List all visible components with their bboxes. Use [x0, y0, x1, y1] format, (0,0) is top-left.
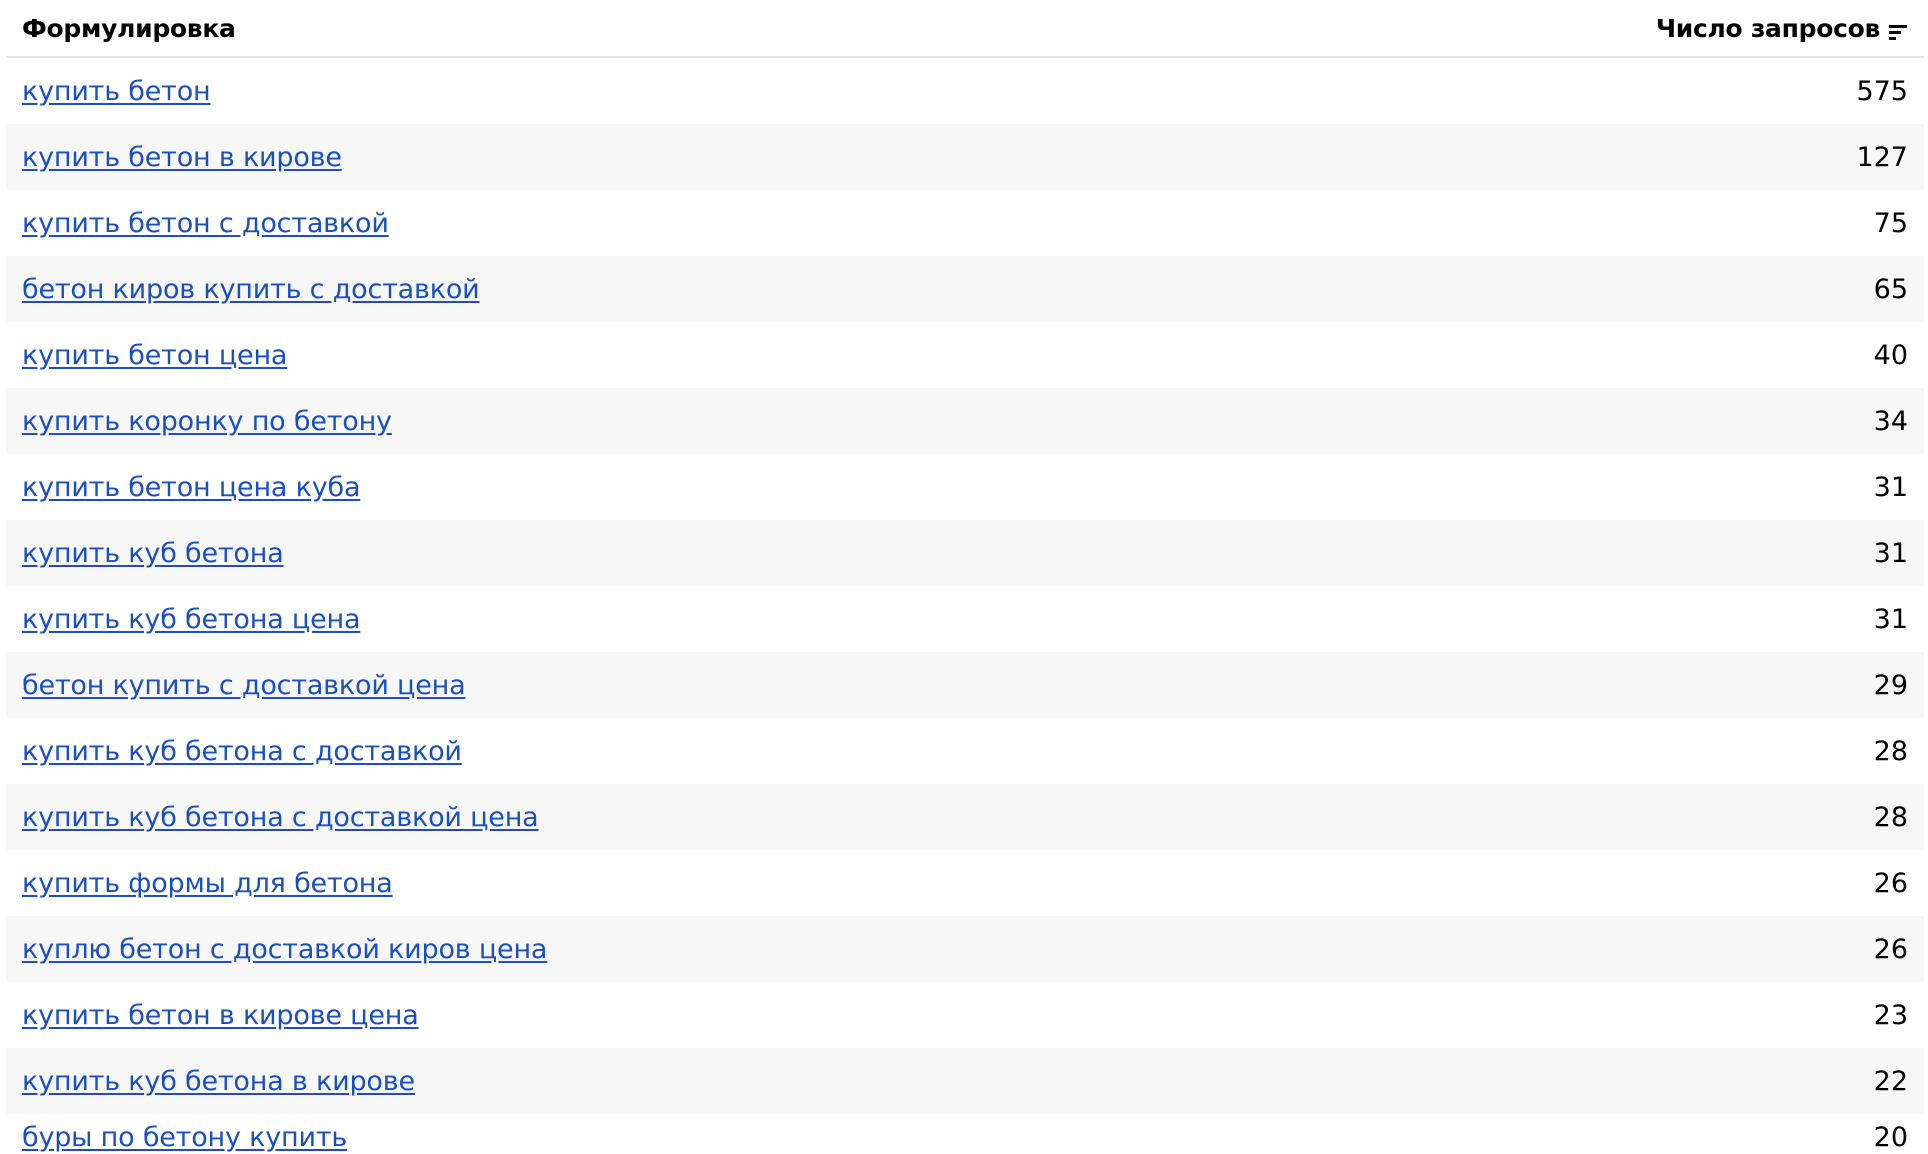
table-row: буры по бетону купить 20 — [6, 1114, 1924, 1154]
table-body: купить бетон 575 купить бетон в кирове 127 к… — [6, 58, 1924, 1154]
phrase-link[interactable]: купить куб бетона в кирове — [22, 1066, 415, 1097]
phrase-link[interactable]: купить бетон в кирове цена — [22, 1000, 419, 1031]
phrase-link[interactable]: купить куб бетона с доставкой — [22, 736, 462, 767]
phrase-link[interactable]: купить куб бетона с доставкой цена — [22, 802, 539, 833]
count-column-header[interactable]: Число запросов — [1656, 14, 1908, 43]
query-count: 26 — [1873, 867, 1908, 899]
query-count: 127 — [1856, 141, 1908, 173]
phrase-link[interactable]: купить куб бетона — [22, 538, 284, 569]
wordstat-table: Формулировка Число запросов купить бетон… — [6, 0, 1924, 1154]
table-row: купить формы для бетона 26 — [6, 850, 1924, 916]
query-count: 28 — [1873, 801, 1908, 833]
query-count: 28 — [1873, 735, 1908, 767]
table-row: бетон киров купить с доставкой 65 — [6, 256, 1924, 322]
phrase-link[interactable]: бетон купить с доставкой цена — [22, 670, 466, 701]
table-header: Формулировка Число запросов — [6, 0, 1924, 58]
phrase-link[interactable]: купить бетон — [22, 76, 211, 107]
query-count: 31 — [1873, 471, 1908, 503]
table-row: купить куб бетона в кирове 22 — [6, 1048, 1924, 1114]
phrase-link[interactable]: купить бетон с доставкой — [22, 208, 389, 239]
phrase-link[interactable]: купить бетон в кирове — [22, 142, 342, 173]
table-row: куплю бетон с доставкой киров цена 26 — [6, 916, 1924, 982]
query-count: 40 — [1873, 339, 1908, 371]
table-row: бетон купить с доставкой цена 29 — [6, 652, 1924, 718]
phrase-link[interactable]: купить бетон цена куба — [22, 472, 361, 503]
table-row: купить бетон 575 — [6, 58, 1924, 124]
table-row: купить куб бетона цена 31 — [6, 586, 1924, 652]
query-count: 75 — [1873, 207, 1908, 239]
table-row: купить куб бетона с доставкой цена 28 — [6, 784, 1924, 850]
phrase-link[interactable]: купить бетон цена — [22, 340, 287, 371]
query-count: 31 — [1873, 603, 1908, 635]
query-count: 26 — [1873, 933, 1908, 965]
query-count: 22 — [1873, 1065, 1908, 1097]
table-row: купить коронку по бетону 34 — [6, 388, 1924, 454]
phrase-link[interactable]: купить коронку по бетону — [22, 406, 392, 437]
query-count: 23 — [1873, 999, 1908, 1031]
table-row: купить бетон в кирове 127 — [6, 124, 1924, 190]
table-row: купить бетон цена 40 — [6, 322, 1924, 388]
table-row: купить куб бетона с доставкой 28 — [6, 718, 1924, 784]
phrase-link[interactable]: купить формы для бетона — [22, 868, 393, 899]
table-row: купить бетон цена куба 31 — [6, 454, 1924, 520]
query-count: 29 — [1873, 669, 1908, 701]
query-count: 575 — [1856, 75, 1908, 107]
table-row: купить бетон в кирове цена 23 — [6, 982, 1924, 1048]
query-count: 20 — [1873, 1122, 1908, 1153]
phrase-link[interactable]: буры по бетону купить — [22, 1122, 347, 1153]
count-column-label: Число запросов — [1655, 13, 1880, 43]
query-count: 34 — [1873, 405, 1908, 437]
phrase-link[interactable]: купить куб бетона цена — [22, 604, 361, 635]
query-count: 31 — [1873, 537, 1908, 569]
phrase-column-header: Формулировка — [22, 13, 236, 43]
phrase-link[interactable]: бетон киров купить с доставкой — [22, 274, 480, 305]
table-row: купить куб бетона 31 — [6, 520, 1924, 586]
table-row: купить бетон с доставкой 75 — [6, 190, 1924, 256]
sort-lines-icon[interactable] — [1888, 19, 1908, 40]
phrase-link[interactable]: куплю бетон с доставкой киров цена — [22, 934, 547, 965]
query-count: 65 — [1873, 273, 1908, 305]
